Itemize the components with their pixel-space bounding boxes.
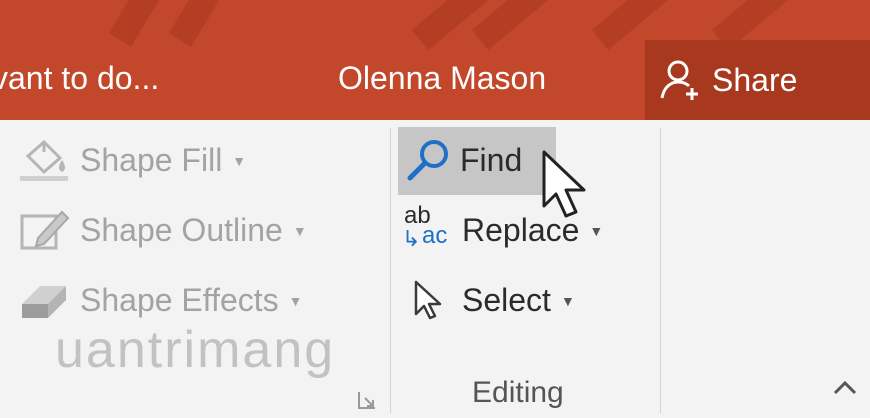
watermark-text: uantrimang (55, 321, 336, 379)
pencil-outline-icon (20, 210, 70, 250)
chevron-down-icon: ▼ (292, 223, 307, 239)
dialog-launcher-icon[interactable] (357, 390, 377, 410)
replace-ab-ac-icon: ab ↳ ac (402, 202, 458, 252)
replace-icon-arrow: ↳ (402, 226, 421, 251)
shape-outline-button[interactable]: Shape Outline ▼ (18, 208, 307, 252)
chevron-down-icon: ▼ (560, 293, 575, 309)
group-separator (390, 128, 391, 413)
chevron-down-icon: ▼ (589, 223, 604, 239)
shape-effects-label: Shape Effects (80, 281, 279, 318)
shape-fill-button[interactable]: Shape Fill ▼ (18, 138, 246, 182)
shape-fill-label: Shape Fill (80, 141, 223, 178)
share-label: Share (712, 61, 798, 98)
select-label: Select (462, 281, 551, 318)
find-button[interactable]: Find (402, 138, 522, 182)
share-button[interactable]: Share (645, 40, 870, 120)
mouse-cursor-icon (542, 150, 586, 218)
replace-icon-bottom: ac (422, 222, 448, 249)
tell-me-box[interactable]: vant to do... (0, 60, 159, 97)
user-name[interactable]: Olenna Mason (338, 60, 546, 97)
shape-outline-label: Shape Outline (80, 211, 283, 248)
select-cursor-icon (414, 280, 442, 320)
shape-effects-button[interactable]: Shape Effects ▼ (18, 278, 303, 322)
editing-group-label: Editing (472, 376, 564, 409)
title-bar: vant to do... Olenna Mason Share (0, 0, 870, 120)
collapse-ribbon-icon[interactable] (832, 378, 858, 398)
select-button[interactable]: Select ▼ (402, 278, 575, 322)
share-person-icon (660, 60, 698, 100)
find-label: Find (460, 141, 523, 178)
paint-bucket-icon (20, 139, 68, 181)
group-separator (660, 128, 661, 413)
watermark: uantrimang (55, 320, 335, 380)
chevron-down-icon: ▼ (288, 293, 303, 309)
magnifier-icon (407, 140, 448, 181)
chevron-down-icon: ▼ (232, 153, 247, 169)
shape-effects-icon (22, 286, 66, 318)
